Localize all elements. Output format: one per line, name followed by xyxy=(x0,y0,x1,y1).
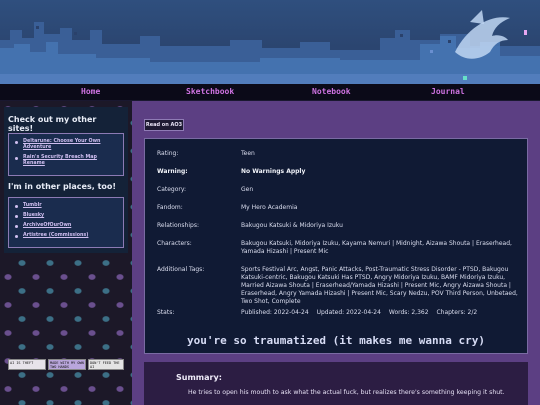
stat-published: Published: 2022-04-24 xyxy=(241,309,309,316)
characters-label: Characters: xyxy=(157,240,192,247)
city-skyline-illustration xyxy=(0,10,540,84)
other-sites-list: Deltarune: Choose Your Own Adventure Rai… xyxy=(8,133,124,176)
site-banner xyxy=(0,0,540,84)
read-on-ao3-button[interactable]: Read on AO3 xyxy=(144,119,184,131)
stat-updated: Updated: 2022-04-24 xyxy=(316,309,381,316)
tags-value: Sports Festival Arc, Angst, Panic Attack… xyxy=(241,266,518,305)
link-security-breach-rename[interactable]: Rain's Security Breach Map Rename xyxy=(13,155,119,167)
nav-link-home[interactable]: Home xyxy=(81,87,100,96)
link-bluesky[interactable]: Bluesky xyxy=(13,213,119,219)
category-value: Gen xyxy=(241,186,254,193)
fandom-label: Fandom: xyxy=(157,204,183,211)
tags-label: Additional Tags: xyxy=(157,266,205,273)
badge-ai-is-theft: AI IS THEFT xyxy=(8,359,46,370)
warning-label: Warning: xyxy=(157,168,188,175)
story-title: you're so traumatized (it makes me wanna… xyxy=(186,334,485,347)
stats-label: Stats: xyxy=(157,309,175,316)
fandom-value: My Hero Academia xyxy=(241,204,298,211)
elsewhere-panel: I'm in other places, too! Tumblr Bluesky… xyxy=(4,177,128,253)
link-artistree[interactable]: Artistree (Commissions) xyxy=(13,233,119,239)
rating-label: Rating: xyxy=(157,150,179,157)
stat-words: Words: 2,362 xyxy=(388,309,429,316)
stats-values: Published: 2022-04-24 Updated: 2022-04-2… xyxy=(241,309,483,316)
warning-value: No Warnings Apply xyxy=(241,168,306,175)
summary-text: He tries to open his mouth to ask what t… xyxy=(188,389,505,396)
other-sites-panel: Check out my other sites! Deltarune: Cho… xyxy=(4,107,128,182)
other-sites-heading: Check out my other sites! xyxy=(4,107,128,133)
relationships-value: Bakugou Katsuki & Midoriya Izuku xyxy=(241,222,343,229)
category-label: Category: xyxy=(157,186,186,193)
nav-link-journal[interactable]: Journal xyxy=(431,87,465,96)
badge-dont-feed-ai: DON'T FEED THE AI xyxy=(88,359,124,370)
stat-chapters: Chapters: 2/2 xyxy=(436,309,478,316)
relationships-label: Relationships: xyxy=(157,222,199,229)
sidebar: Check out my other sites! Deltarune: Cho… xyxy=(0,101,132,405)
summary-panel xyxy=(144,362,528,405)
badge-row: AI IS THEFT MADE WITH MY OWN TWO HANDS D… xyxy=(4,357,128,371)
elsewhere-list: Tumblr Bluesky ArchiveOfOurOwn Artistree… xyxy=(8,197,124,248)
link-deltarune-cyoa[interactable]: Deltarune: Choose Your Own Adventure xyxy=(13,139,119,151)
rating-value: Teen xyxy=(241,150,255,157)
nav-link-sketchbook[interactable]: Sketchbook xyxy=(186,87,234,96)
nav-link-notebook[interactable]: Notebook xyxy=(312,87,351,96)
work-metadata-panel: Rating: Teen Warning: No Warnings Apply … xyxy=(144,138,528,354)
link-tumblr[interactable]: Tumblr xyxy=(13,203,119,209)
summary-heading: Summary: xyxy=(176,373,222,382)
link-ao3[interactable]: ArchiveOfOurOwn xyxy=(13,223,119,229)
top-navigation: Home Sketchbook Notebook Journal xyxy=(0,84,540,101)
badge-made-by-hand: MADE WITH MY OWN TWO HANDS xyxy=(48,359,86,370)
characters-value: Bakugou Katsuki, Midoriya Izuku, Kayama … xyxy=(241,240,512,255)
elsewhere-heading: I'm in other places, too! xyxy=(4,177,128,197)
main-content: Read on AO3 Rating: Teen Warning: No War… xyxy=(132,101,540,405)
